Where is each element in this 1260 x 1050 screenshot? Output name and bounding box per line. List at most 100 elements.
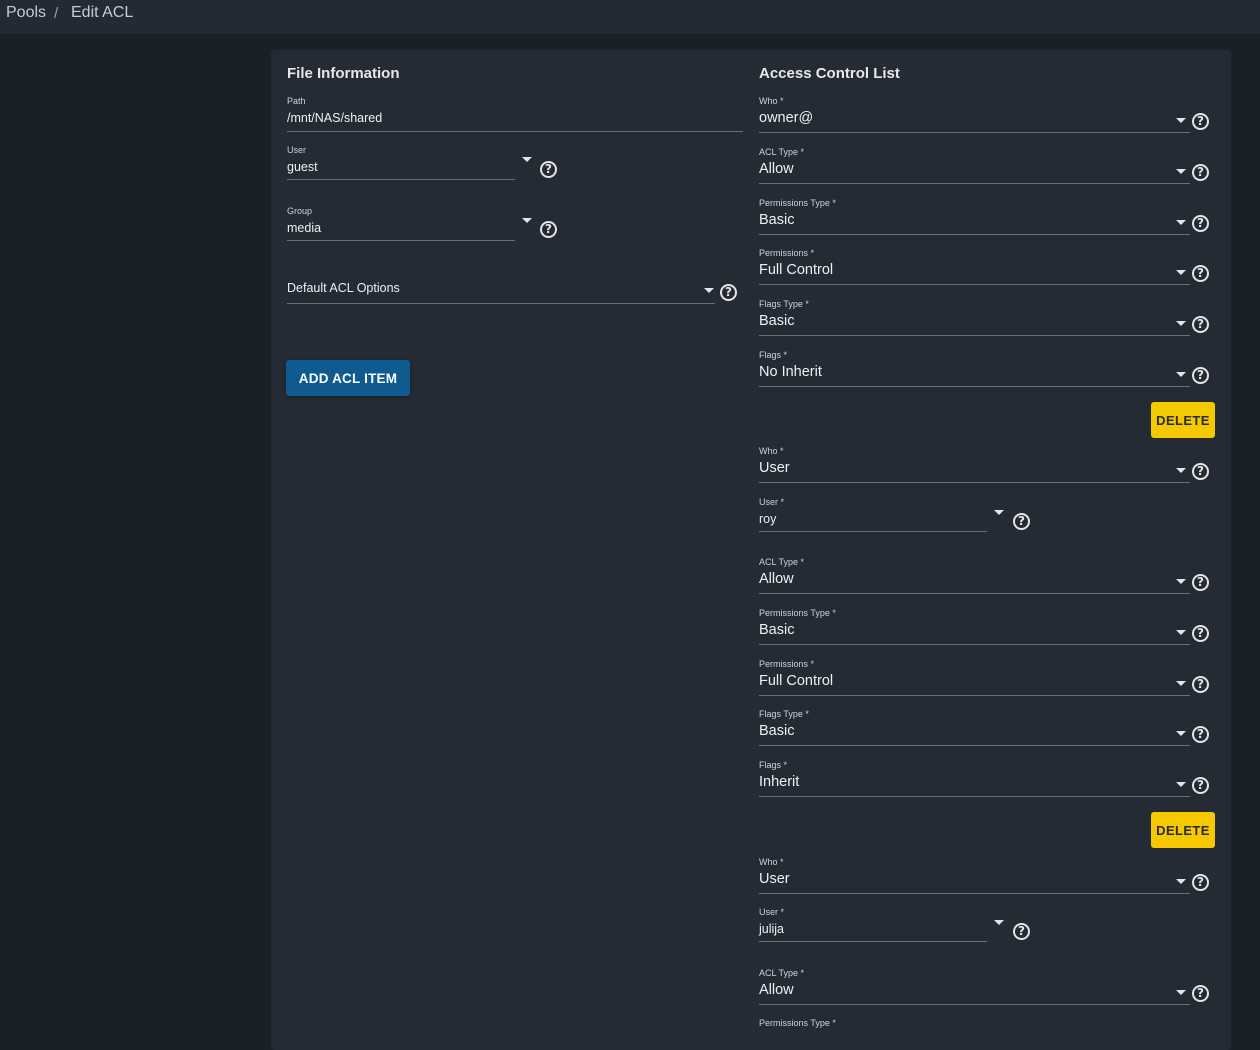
file-information-title: File Information: [287, 65, 400, 82]
acl-who-label: Who *: [759, 96, 784, 106]
chevron-down-icon[interactable]: [1176, 321, 1186, 326]
help-icon[interactable]: ?: [1192, 113, 1209, 130]
chevron-down-icon[interactable]: [1176, 118, 1186, 123]
chevron-down-icon[interactable]: [1176, 630, 1186, 635]
help-icon[interactable]: ?: [540, 161, 557, 178]
user-underline: [287, 179, 515, 180]
help-icon[interactable]: ?: [1013, 513, 1030, 530]
acl-flags-select[interactable]: Inherit: [759, 774, 799, 790]
acl-permissions-label: Permissions *: [759, 659, 815, 669]
breadcrumb-separator: /: [54, 5, 59, 22]
chevron-down-icon[interactable]: [1176, 731, 1186, 736]
help-icon[interactable]: ?: [1192, 316, 1209, 333]
chevron-down-icon[interactable]: [1176, 990, 1186, 995]
help-icon[interactable]: ?: [1192, 367, 1209, 384]
help-icon[interactable]: ?: [1192, 463, 1209, 480]
path-field[interactable]: /mnt/NAS/shared: [287, 111, 382, 125]
acl-field-underline: [759, 284, 1190, 285]
acl-field-underline: [759, 745, 1190, 746]
help-icon[interactable]: ?: [720, 284, 737, 301]
help-icon[interactable]: ?: [1192, 265, 1209, 282]
help-icon[interactable]: ?: [1192, 726, 1209, 743]
chevron-down-icon[interactable]: [994, 920, 1004, 925]
acl-user-label: User *: [759, 497, 785, 507]
acl-field-underline: [759, 183, 1190, 184]
help-icon[interactable]: ?: [1192, 215, 1209, 232]
path-label: Path: [287, 96, 306, 106]
acl-field-underline: [759, 1004, 1190, 1005]
acl-acl-type-select[interactable]: Allow: [759, 571, 794, 587]
delete-button[interactable]: DELETE: [1151, 402, 1215, 438]
group-underline: [287, 240, 515, 241]
help-icon[interactable]: ?: [1192, 777, 1209, 794]
chevron-down-icon[interactable]: [994, 510, 1004, 515]
acl-flags-label: Flags *: [759, 350, 788, 360]
acl-editor-card: [271, 50, 1231, 1050]
help-icon[interactable]: ?: [1192, 985, 1209, 1002]
acl-user-select[interactable]: roy: [759, 512, 776, 526]
acl-permissions-type-label: Permissions Type *: [759, 1018, 836, 1028]
acl-permissions-type-label: Permissions Type *: [759, 608, 836, 618]
group-select[interactable]: media: [287, 221, 321, 235]
help-icon[interactable]: ?: [1192, 676, 1209, 693]
chevron-down-icon[interactable]: [1176, 879, 1186, 884]
acl-acl-type-select[interactable]: Allow: [759, 161, 794, 177]
acl-field-underline: [759, 335, 1190, 336]
acl-field-underline: [759, 234, 1190, 235]
acl-field-underline: [759, 893, 1190, 894]
chevron-down-icon[interactable]: [704, 288, 714, 293]
acl-permissions-select[interactable]: Full Control: [759, 262, 833, 278]
chevron-down-icon[interactable]: [522, 157, 532, 162]
help-icon[interactable]: ?: [1192, 874, 1209, 891]
chevron-down-icon[interactable]: [1176, 220, 1186, 225]
chevron-down-icon[interactable]: [1176, 169, 1186, 174]
acl-flags-select[interactable]: No Inherit: [759, 364, 822, 380]
help-icon[interactable]: ?: [1192, 574, 1209, 591]
chevron-down-icon[interactable]: [1176, 372, 1186, 377]
acl-field-underline: [759, 132, 1190, 133]
acl-flags-type-select[interactable]: Basic: [759, 313, 794, 329]
acl-flags-type-label: Flags Type *: [759, 299, 809, 309]
acl-field-underline: [759, 531, 987, 532]
acl-who-select[interactable]: User: [759, 460, 790, 476]
group-label: Group: [287, 206, 313, 216]
acl-permissions-type-label: Permissions Type *: [759, 198, 836, 208]
breadcrumb-pools[interactable]: Pools: [6, 4, 46, 22]
breadcrumb-current: Edit ACL: [71, 4, 134, 21]
acl-permissions-select[interactable]: Full Control: [759, 673, 833, 689]
acl-permissions-type-select[interactable]: Basic: [759, 212, 794, 228]
acl-flags-type-select[interactable]: Basic: [759, 723, 794, 739]
acl-acl-type-label: ACL Type *: [759, 147, 805, 157]
delete-button[interactable]: DELETE: [1151, 812, 1215, 848]
chevron-down-icon[interactable]: [1176, 782, 1186, 787]
add-acl-item-button[interactable]: ADD ACL ITEM: [286, 360, 410, 396]
default-acl-options-select[interactable]: Default ACL Options: [287, 281, 400, 295]
acl-acl-type-label: ACL Type *: [759, 557, 805, 567]
help-icon[interactable]: ?: [1192, 625, 1209, 642]
chevron-down-icon[interactable]: [1176, 579, 1186, 584]
acl-acl-type-label: ACL Type *: [759, 968, 805, 978]
acl-permissions-label: Permissions *: [759, 248, 815, 258]
help-icon[interactable]: ?: [1192, 164, 1209, 181]
help-icon[interactable]: ?: [540, 221, 557, 238]
user-select[interactable]: guest: [287, 160, 318, 174]
acl-acl-type-select[interactable]: Allow: [759, 982, 794, 998]
acl-user-select[interactable]: julija: [759, 922, 784, 936]
user-label: User: [287, 145, 307, 155]
acl-permissions-type-select[interactable]: Basic: [759, 622, 794, 638]
acl-user-label: User *: [759, 907, 785, 917]
help-icon[interactable]: ?: [1013, 923, 1030, 940]
top-bar: Pools / Edit ACL: [0, 0, 1260, 35]
chevron-down-icon[interactable]: [1176, 681, 1186, 686]
chevron-down-icon[interactable]: [522, 218, 532, 223]
chevron-down-icon[interactable]: [1176, 468, 1186, 473]
acl-field-underline: [759, 593, 1190, 594]
acl-who-label: Who *: [759, 857, 784, 867]
default-acl-underline: [287, 303, 715, 304]
acl-field-underline: [759, 695, 1190, 696]
acl-who-select[interactable]: User: [759, 871, 790, 887]
path-underline: [287, 131, 743, 132]
acl-who-select[interactable]: owner@: [759, 110, 813, 126]
acl-field-underline: [759, 796, 1190, 797]
chevron-down-icon[interactable]: [1176, 270, 1186, 275]
